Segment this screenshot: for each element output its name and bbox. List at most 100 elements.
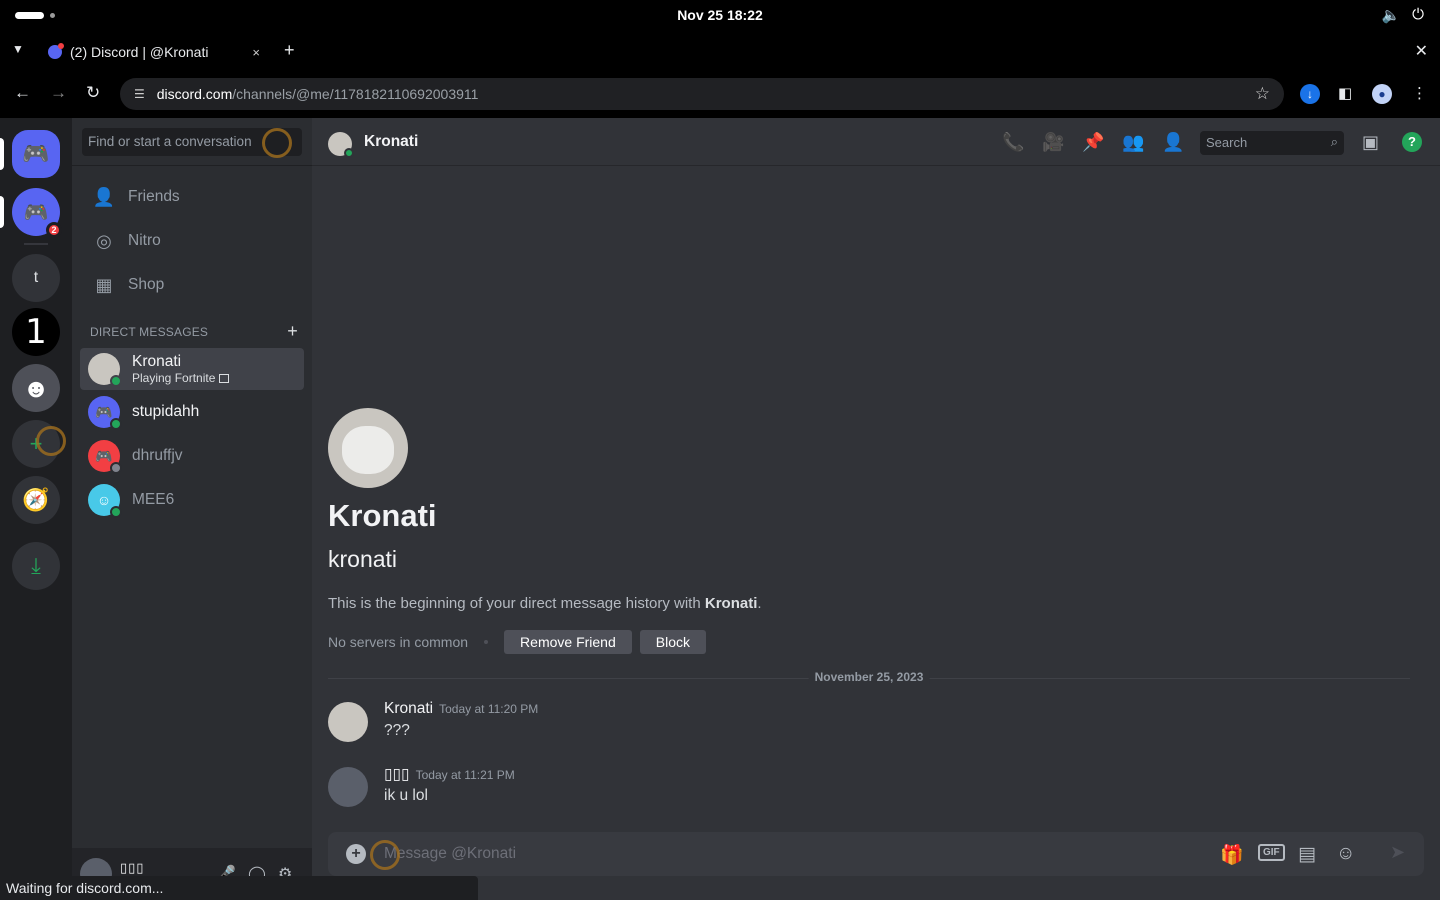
header-avatar bbox=[328, 132, 354, 158]
shop-icon: ▦ bbox=[95, 274, 113, 295]
upload-plus-icon[interactable]: + bbox=[346, 844, 366, 864]
send-icon[interactable]: ➤ bbox=[1390, 842, 1405, 863]
sticker-icon[interactable]: ▤ bbox=[1298, 843, 1316, 866]
bookmark-star-icon[interactable]: ☆ bbox=[1255, 84, 1270, 104]
message-timestamp: Today at 11:21 PM bbox=[415, 768, 515, 782]
volume-icon[interactable]: 🔈 bbox=[1381, 6, 1400, 24]
server-t[interactable]: t bbox=[12, 254, 60, 302]
rich-presence-icon bbox=[219, 374, 230, 383]
dm-item-dhruffjv[interactable]: 🎮 dhruffjv bbox=[80, 435, 304, 477]
download-extension-icon[interactable]: ↓ bbox=[1300, 84, 1320, 104]
date-divider-label: November 25, 2023 bbox=[808, 670, 930, 684]
server-list: 🎮 🎮 2 stupidahh t 1 ☻ + 🧭 ⤓ bbox=[0, 118, 176, 900]
mutual-servers-text: No servers in common bbox=[328, 634, 469, 650]
gif-picker-button[interactable]: GIF bbox=[1258, 844, 1285, 861]
address-bar[interactable]: ☰ discord.com/channels/@me/1178182110692… bbox=[120, 78, 1284, 110]
search-icon: ⌕ bbox=[1330, 134, 1338, 149]
mask-face-icon: ☻ bbox=[22, 372, 50, 403]
avatar bbox=[88, 353, 122, 387]
dm-unread-stupidahh[interactable]: 🎮 2 bbox=[0, 188, 62, 238]
friends-icon: 👤 bbox=[92, 186, 116, 207]
os-clock[interactable]: Nov 25 18:22 bbox=[0, 7, 1440, 23]
video-call-icon[interactable]: 🎥 bbox=[1042, 132, 1064, 153]
message-item[interactable]: Kronati Today at 11:20 PM ??? bbox=[328, 700, 1408, 750]
offline-status-icon bbox=[110, 462, 122, 474]
direct-messages-header: DIRECT MESSAGES + bbox=[90, 322, 298, 340]
dm-item-kronati[interactable]: Kronati Playing Fortnite bbox=[80, 348, 304, 390]
dm-activity: Playing Fortnite bbox=[132, 371, 230, 385]
tab-title: (2) Discord | @Kronati bbox=[70, 44, 209, 60]
window-close-button[interactable]: ✕ bbox=[1415, 41, 1428, 61]
discord-app: 🎮 🎮 2 stupidahh t 1 ☻ + 🧭 ⤓ Find or star… bbox=[0, 118, 1440, 900]
add-friends-to-dm-icon[interactable]: 👥 bbox=[1122, 132, 1144, 153]
browser-tab[interactable]: (2) Discord | @Kronati × bbox=[38, 36, 270, 68]
chat-panel: Kronati 📞 🎥 📌 👥 👤 Search ⌕ ▣ ? Kronati k… bbox=[312, 118, 1440, 900]
site-info-icon[interactable]: ☰ bbox=[134, 87, 145, 101]
user-profile-icon[interactable]: 👤 bbox=[1162, 132, 1184, 153]
avatar: ☺ bbox=[88, 484, 122, 518]
welcome-description: This is the beginning of your direct mes… bbox=[328, 595, 762, 612]
user-name[interactable]: ▯▯▯ bbox=[120, 860, 144, 876]
dm-name: stupidahh bbox=[132, 403, 200, 420]
power-icon[interactable]: ⏻ bbox=[1412, 6, 1424, 24]
inbox-icon[interactable]: ▣ bbox=[1362, 132, 1379, 153]
nav-shop[interactable]: ▦ Shop bbox=[80, 264, 304, 306]
message-item[interactable]: ▯▯▯ Today at 11:21 PM ik u lol bbox=[328, 765, 1408, 815]
dm-name: dhruffjv bbox=[132, 447, 183, 464]
cursor-highlight-ring bbox=[262, 128, 292, 158]
remove-friend-button[interactable]: Remove Friend bbox=[504, 630, 632, 654]
block-button[interactable]: Block bbox=[639, 630, 706, 654]
message-author[interactable]: Kronati bbox=[384, 700, 433, 717]
dm-name: MEE6 bbox=[132, 491, 175, 508]
cursor-highlight-ring bbox=[36, 426, 66, 456]
create-dm-button[interactable]: + bbox=[287, 322, 298, 340]
message-input[interactable] bbox=[384, 842, 1184, 866]
explore-servers-button[interactable]: 🧭 bbox=[12, 476, 60, 524]
nav-nitro[interactable]: ◎ Nitro bbox=[80, 220, 304, 262]
message-author[interactable]: ▯▯▯ bbox=[384, 766, 410, 783]
chat-header-name[interactable]: Kronati bbox=[364, 133, 418, 151]
nav-shop-label: Shop bbox=[128, 276, 165, 293]
message-content: ??? bbox=[384, 722, 410, 739]
server-mask-avatar[interactable]: ☻ bbox=[12, 364, 60, 412]
message-avatar[interactable] bbox=[328, 767, 368, 807]
back-button[interactable]: ← bbox=[14, 83, 31, 103]
pinned-messages-icon[interactable]: 📌 bbox=[1082, 132, 1104, 153]
nav-friends[interactable]: 👤 Friends bbox=[80, 176, 304, 218]
browser-toolbar: ← → ↻ ☰ discord.com/channels/@me/1178182… bbox=[0, 70, 1440, 118]
download-icon: ⤓ bbox=[31, 553, 41, 578]
gift-icon[interactable]: 🎁 bbox=[1220, 843, 1244, 867]
dm-item-stupidahh[interactable]: 🎮 stupidahh bbox=[80, 391, 304, 433]
dm-item-mee6[interactable]: ☺ MEE6 bbox=[80, 479, 304, 521]
message-content: ik u lol bbox=[384, 787, 428, 804]
welcome-avatar[interactable] bbox=[328, 408, 408, 488]
welcome-display-name: Kronati bbox=[328, 498, 437, 533]
browser-menu-icon[interactable]: ⋮ bbox=[1412, 84, 1427, 102]
nitro-icon: ◎ bbox=[96, 230, 112, 251]
new-tab-button[interactable]: + bbox=[284, 40, 295, 61]
message-composer: + 🎁 GIF ▤ ☺ ➤ bbox=[328, 832, 1424, 876]
emoji-icon[interactable]: ☺ bbox=[1336, 843, 1355, 865]
browser-status-bubble: Waiting for discord.com... bbox=[0, 876, 478, 900]
separator-dot bbox=[484, 640, 489, 644]
chat-search-input[interactable]: Search ⌕ bbox=[1200, 131, 1344, 155]
discord-favicon-icon bbox=[48, 43, 64, 59]
side-panel-icon[interactable]: ◧ bbox=[1338, 84, 1352, 102]
download-apps-button[interactable]: ⤓ bbox=[12, 542, 60, 590]
dm-header-label: DIRECT MESSAGES bbox=[90, 325, 209, 339]
url-host: discord.com bbox=[156, 86, 233, 102]
online-status-icon bbox=[110, 375, 122, 387]
help-icon[interactable]: ? bbox=[1402, 132, 1422, 152]
discord-logo-icon: 🎮 bbox=[22, 141, 50, 166]
tab-close-icon[interactable]: × bbox=[252, 45, 260, 60]
os-top-bar: Nov 25 18:22 🔈 ⏻ bbox=[0, 0, 1440, 32]
direct-messages-home-button[interactable]: 🎮 bbox=[0, 130, 60, 178]
message-avatar[interactable] bbox=[328, 702, 368, 742]
server-one[interactable]: 1 bbox=[12, 308, 60, 356]
reload-button[interactable]: ↻ bbox=[86, 83, 100, 103]
tab-search-chevron-icon[interactable]: ▼ bbox=[12, 42, 24, 56]
compass-icon: 🧭 bbox=[22, 487, 50, 512]
voice-call-icon[interactable]: 📞 bbox=[1002, 132, 1024, 153]
forward-button[interactable]: → bbox=[50, 83, 67, 103]
profile-avatar-icon[interactable]: ● bbox=[1372, 84, 1392, 104]
